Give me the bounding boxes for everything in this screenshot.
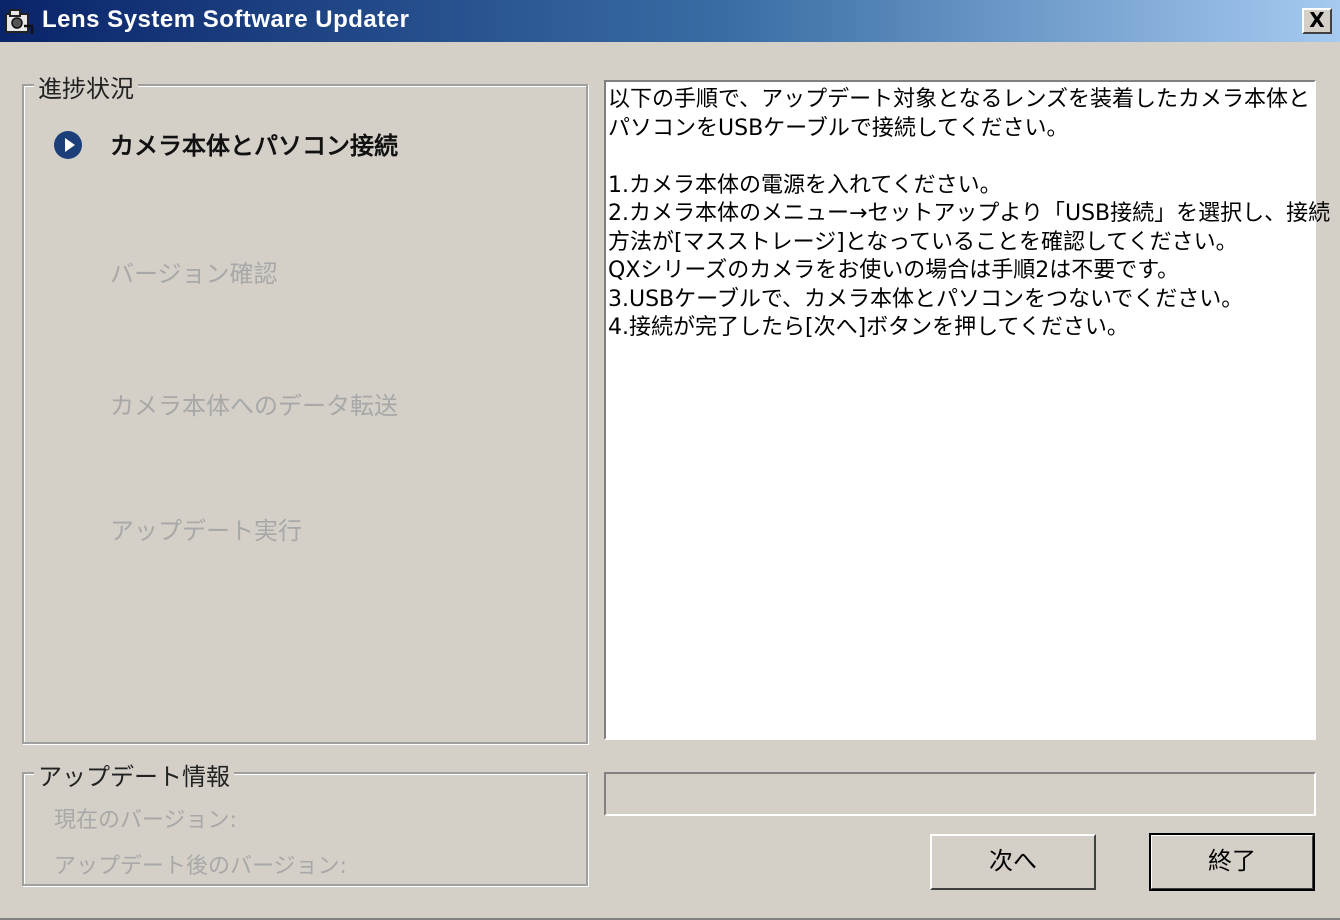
instruction-line: 1.カメラ本体の電源を入れてください。 — [608, 172, 1002, 198]
close-icon: X — [1309, 8, 1325, 32]
instruction-line: 2.カメラ本体のメニュー→セットアップより「USB接続」を選択し、接続 — [608, 201, 1331, 226]
instruction-line — [608, 143, 1312, 172]
instruction-line: パソコンをUSBケーブルで接続してください。 — [608, 115, 1069, 141]
window-title: Lens System Software Updater — [42, 6, 410, 33]
updater-window: Lens System Software Updater X 進捗状況 カメラ本… — [0, 0, 1340, 920]
instruction-line: 方法が[マスストレージ]となっていることを確認してください。 — [608, 229, 1238, 255]
play-circle-icon — [54, 131, 82, 159]
update-progress-bar — [604, 772, 1316, 816]
updater-app-icon — [5, 9, 34, 34]
step-data-transfer: カメラ本体へのデータ転送 — [110, 392, 398, 420]
step-run-update: アップデート実行 — [110, 517, 302, 545]
step-connect: カメラ本体とパソコン接続 — [110, 132, 398, 160]
current-version-label: 現在のバージョン: — [54, 808, 237, 833]
update-info-legend: アップデート情報 — [34, 757, 234, 792]
title-bar[interactable]: Lens System Software Updater X — [0, 0, 1340, 42]
step-version-check: バージョン確認 — [110, 260, 278, 288]
progress-group: 進捗状況 カメラ本体とパソコン接続 バージョン確認 カメラ本体へのデータ転送 ア… — [22, 69, 588, 744]
instructions-textbox[interactable]: 以下の手順で、アップデート対象となるレンズを装着したカメラ本体と パソコンをUS… — [604, 80, 1331, 740]
instruction-line: 4.接続が完了したら[次へ]ボタンを押してください。 — [608, 315, 1129, 340]
progress-legend: 進捗状況 — [34, 69, 138, 104]
instruction-line: 3.USBケーブルで、カメラ本体とパソコンをつないでください。 — [608, 286, 1244, 312]
instruction-line: 以下の手順で、アップデート対象となるレンズを装着したカメラ本体と — [608, 87, 1311, 112]
updated-version-label: アップデート後のバージョン: — [54, 854, 347, 879]
instruction-line: QXシリーズのカメラをお使いの場合は手順2は不要です。 — [608, 258, 1180, 283]
next-button[interactable]: 次へ — [930, 834, 1096, 890]
update-info-group: アップデート情報 現在のバージョン: アップデート後のバージョン: — [22, 757, 588, 886]
exit-button[interactable]: 終了 — [1149, 833, 1315, 891]
close-button[interactable]: X — [1302, 8, 1332, 34]
